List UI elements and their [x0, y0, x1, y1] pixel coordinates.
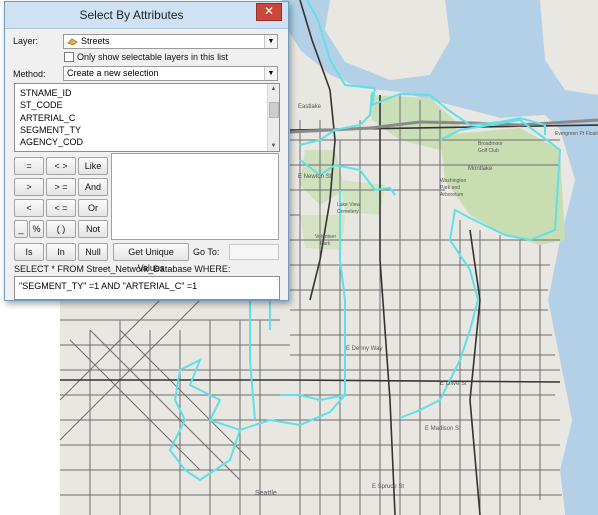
- operator-null-button[interactable]: Null: [78, 243, 108, 261]
- get-unique-values-button[interactable]: Get Unique Values: [113, 243, 189, 273]
- close-button[interactable]: ✕: [256, 3, 282, 21]
- operator-percent-button[interactable]: %: [29, 220, 44, 238]
- svg-text:Volunteer: Volunteer: [315, 234, 336, 240]
- field-item[interactable]: STNAME_ID: [20, 88, 72, 98]
- svg-text:Golf Club: Golf Club: [478, 148, 499, 154]
- field-item[interactable]: AGENCY_COD: [20, 137, 83, 147]
- operator-or-button[interactable]: Or: [78, 199, 108, 217]
- goto-input[interactable]: [229, 244, 279, 260]
- scroll-thumb[interactable]: [269, 102, 279, 118]
- field-item[interactable]: ST_CODE: [20, 100, 63, 110]
- layer-icon: [67, 38, 78, 46]
- operator-like-button[interactable]: Like: [78, 157, 108, 175]
- layer-value: Streets: [81, 36, 110, 46]
- operator-greater-button[interactable]: >: [14, 178, 44, 196]
- operator-equals-button[interactable]: =: [14, 157, 44, 175]
- operator-in-button[interactable]: In: [46, 243, 76, 261]
- layer-label: Layer:: [13, 36, 39, 46]
- goto-label: Go To:: [193, 247, 220, 257]
- svg-text:Montlake: Montlake: [468, 166, 493, 172]
- svg-text:E Newton St: E Newton St: [298, 174, 332, 180]
- query-expression-text: "SEGMENT_TY" =1 AND "ARTERIAL_C" =1: [19, 281, 198, 291]
- field-item[interactable]: ARTERIAL_C: [20, 113, 75, 123]
- svg-text:Evergreen Pt Floating Brg: Evergreen Pt Floating Brg: [555, 131, 598, 137]
- operator-less-button[interactable]: <: [14, 199, 44, 217]
- method-value: Create a new selection: [67, 68, 159, 78]
- dialog-title: Select By Attributes: [79, 8, 184, 22]
- close-icon: ✕: [263, 4, 275, 18]
- svg-text:Lake View: Lake View: [337, 202, 360, 208]
- svg-text:Washington: Washington: [440, 178, 466, 184]
- chevron-down-icon[interactable]: ▼: [264, 67, 277, 80]
- field-item[interactable]: SEGMENT_TY: [20, 125, 81, 135]
- operator-and-button[interactable]: And: [78, 178, 108, 196]
- svg-text:E Spruce St: E Spruce St: [372, 484, 404, 490]
- svg-text:E Madison St: E Madison St: [425, 426, 461, 432]
- layer-dropdown[interactable]: Streets ▼: [63, 34, 278, 49]
- svg-text:Eastlake: Eastlake: [298, 104, 322, 110]
- operator-not-button[interactable]: Not: [78, 220, 108, 238]
- select-by-attributes-dialog: Select By Attributes ✕ Layer: Streets ▼ …: [4, 1, 289, 301]
- svg-text:Broadmoor: Broadmoor: [478, 141, 503, 147]
- field-list-scrollbar[interactable]: ▲ ▼: [267, 84, 279, 151]
- method-label: Method:: [13, 69, 46, 79]
- selectable-only-checkbox[interactable]: [64, 52, 74, 62]
- unique-values-list[interactable]: [111, 153, 279, 240]
- field-list[interactable]: STNAME_ID ST_CODE ARTERIAL_C SEGMENT_TY …: [14, 83, 280, 152]
- svg-text:Seattle: Seattle: [255, 490, 277, 497]
- query-expression-input[interactable]: "SEGMENT_TY" =1 AND "ARTERIAL_C" =1: [14, 276, 280, 300]
- chevron-down-icon[interactable]: ▼: [264, 35, 277, 48]
- svg-text:Park and: Park and: [440, 185, 460, 191]
- operator-parentheses-button[interactable]: ( ): [46, 220, 76, 238]
- operator-greater-equal-button[interactable]: > =: [46, 178, 76, 196]
- scroll-down-icon[interactable]: ▼: [268, 141, 279, 151]
- svg-text:E Denny Way: E Denny Way: [346, 346, 382, 352]
- selectable-only-label: Only show selectable layers in this list: [77, 52, 229, 62]
- dialog-titlebar[interactable]: Select By Attributes ✕: [5, 2, 288, 29]
- method-dropdown[interactable]: Create a new selection ▼: [63, 66, 278, 81]
- query-prefix: SELECT * FROM Street_Network_Database WH…: [14, 264, 231, 274]
- operator-not-equal-button[interactable]: < >: [46, 157, 76, 175]
- svg-text:Park: Park: [320, 241, 331, 247]
- operator-is-button[interactable]: Is: [14, 243, 44, 261]
- operator-less-equal-button[interactable]: < =: [46, 199, 76, 217]
- operator-underscore-button[interactable]: _: [14, 220, 28, 238]
- svg-text:E Olive St: E Olive St: [440, 381, 467, 387]
- svg-text:Cemetery: Cemetery: [337, 209, 359, 215]
- svg-text:Arboretum: Arboretum: [440, 192, 463, 198]
- scroll-up-icon[interactable]: ▲: [268, 84, 279, 94]
